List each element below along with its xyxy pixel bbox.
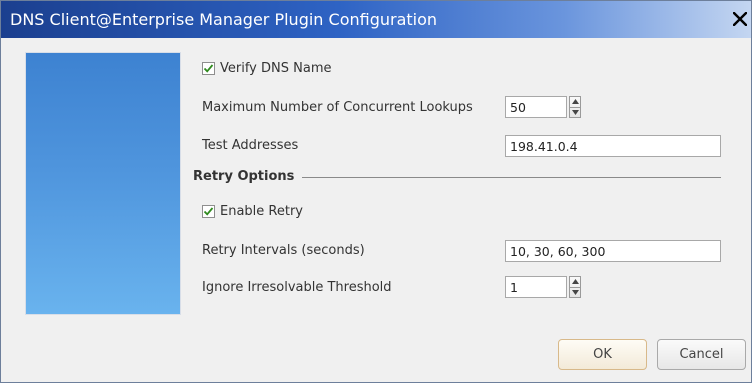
spinner-down-icon[interactable] (570, 286, 580, 298)
spinner-up-icon[interactable] (570, 277, 580, 287)
enable-retry-checkbox[interactable] (202, 205, 215, 218)
ignore-threshold-stepper (569, 276, 581, 298)
ignore-threshold-input[interactable] (505, 276, 567, 298)
verify-dns-checkbox[interactable] (202, 62, 215, 75)
title-bar[interactable]: DNS Client@Enterprise Manager Plugin Con… (1, 1, 751, 38)
plugin-config-dialog: DNS Client@Enterprise Manager Plugin Con… (0, 0, 752, 383)
spinner-down-icon[interactable] (570, 106, 580, 118)
verify-dns-label: Verify DNS Name (220, 61, 332, 76)
side-banner-image (25, 52, 181, 315)
cancel-button[interactable]: Cancel (657, 339, 746, 370)
retry-options-heading: Retry Options (193, 169, 295, 184)
max-lookups-spinner (505, 96, 581, 118)
check-mark-icon (203, 64, 214, 73)
section-divider (302, 177, 721, 178)
ignore-threshold-spinner (505, 276, 581, 298)
max-lookups-stepper (569, 96, 581, 118)
max-lookups-label: Maximum Number of Concurrent Lookups (202, 100, 473, 115)
retry-intervals-input[interactable] (505, 240, 721, 262)
dialog-title: DNS Client@Enterprise Manager Plugin Con… (10, 10, 438, 29)
close-icon[interactable] (731, 10, 748, 27)
test-addresses-input[interactable] (505, 135, 721, 157)
ignore-threshold-label: Ignore Irresolvable Threshold (202, 280, 392, 295)
verify-dns-checkbox-row[interactable]: Verify DNS Name (202, 61, 331, 76)
max-lookups-input[interactable] (505, 96, 567, 118)
check-mark-icon (203, 207, 214, 216)
test-addresses-label: Test Addresses (202, 138, 299, 153)
ok-button[interactable]: OK (558, 339, 647, 370)
enable-retry-checkbox-row[interactable]: Enable Retry (202, 204, 303, 219)
spinner-up-icon[interactable] (570, 97, 580, 107)
enable-retry-label: Enable Retry (220, 204, 303, 219)
retry-intervals-label: Retry Intervals (seconds) (202, 243, 365, 258)
